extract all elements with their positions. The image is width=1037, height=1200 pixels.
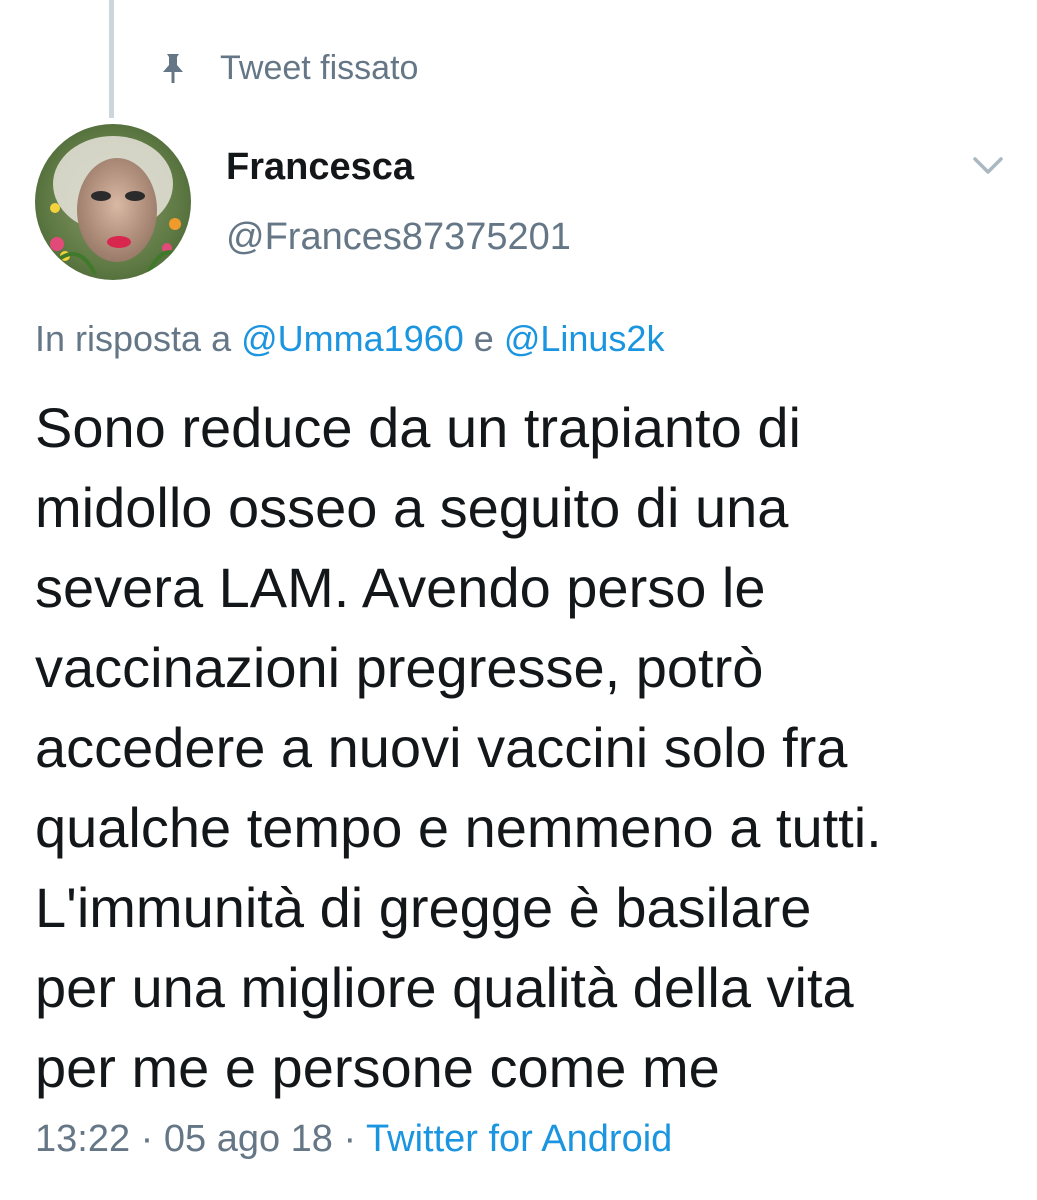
tweet-metadata: 13:22 · 05 ago 18 · Twitter for Android (35, 1118, 672, 1161)
tweet-text-line: severa LAM. Avendo perso le (35, 556, 766, 619)
tweet-text-line: accedere a nuovi vaccini solo fra (35, 716, 848, 779)
reply-prefix: In risposta a (35, 318, 232, 359)
mention-link-linus2k[interactable]: @Linus2k (504, 318, 665, 359)
tweet-text-line: Sono reduce da un trapianto di (35, 396, 801, 459)
avatar[interactable] (35, 124, 191, 280)
tweet-date[interactable]: 05 ago 18 (164, 1118, 333, 1160)
chevron-down-icon[interactable] (970, 150, 1006, 180)
tweet-text-line: per me e persone come me (35, 1036, 720, 1099)
pinned-label: Tweet fissato (220, 48, 419, 87)
tweet-text-line: vaccinazioni pregresse, potrò (35, 636, 764, 699)
tweet-source-link[interactable]: Twitter for Android (366, 1118, 672, 1160)
tweet-text: Sono reduce da un trapianto di midollo o… (35, 388, 1025, 1108)
tweet-time[interactable]: 13:22 (35, 1118, 130, 1160)
pin-icon (160, 52, 186, 84)
reply-context: In risposta a @Umma1960 e @Linus2k (35, 318, 664, 360)
tweet-text-line: L'immunità di gregge è basilare (35, 876, 812, 939)
thread-connector-line (109, 0, 114, 118)
author-display-name[interactable]: Francesca (226, 146, 414, 189)
meta-separator: · (343, 1118, 357, 1160)
tweet-text-line: midollo osseo a seguito di una (35, 476, 789, 539)
reply-conjunction: e (473, 318, 494, 359)
mention-link-umma1960[interactable]: @Umma1960 (241, 318, 464, 359)
author-handle[interactable]: @Frances87375201 (226, 216, 571, 259)
pinned-indicator: Tweet fissato (160, 44, 418, 92)
tweet-text-line: qualche tempo e nemmeno a tutti. (35, 796, 882, 859)
meta-separator: · (140, 1118, 154, 1160)
tweet-text-line: per una migliore qualità della vita (35, 956, 854, 1019)
